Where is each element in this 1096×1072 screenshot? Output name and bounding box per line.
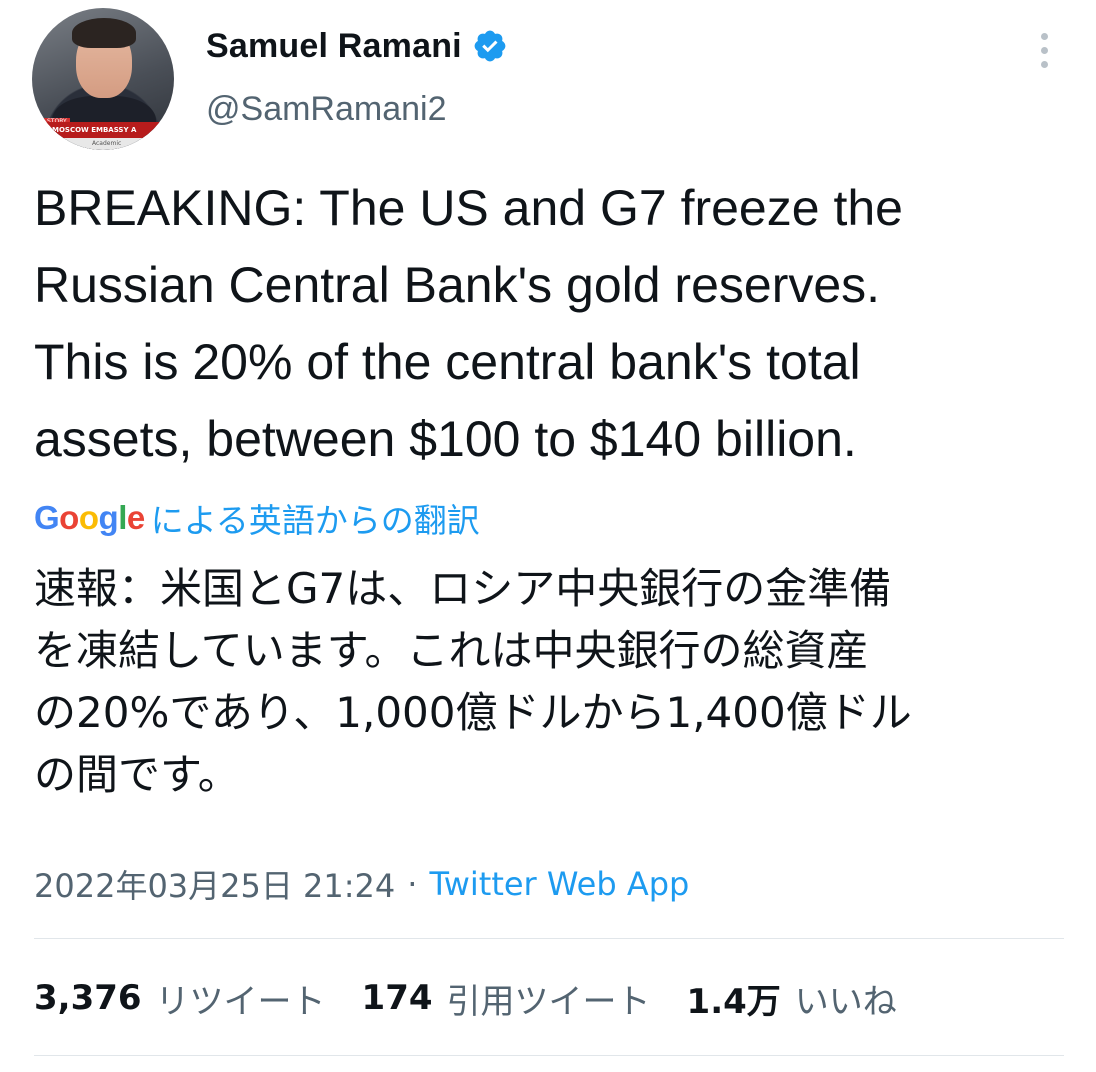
- more-dot: [1040, 32, 1048, 40]
- tweet-meta: 2022年03月25日 21:24 · Twitter Web App: [34, 860, 689, 908]
- more-options-icon[interactable]: [1032, 28, 1056, 72]
- avatar-ticker: MOSCOW EMBASSY A: [32, 122, 174, 138]
- divider: [34, 938, 1064, 939]
- meta-separator: ·: [407, 865, 418, 903]
- stat-label: いいね: [794, 981, 897, 1022]
- stat-label: 引用ツイート: [446, 981, 651, 1022]
- stat-count: 3,376: [34, 978, 142, 1018]
- stat-count: 174: [361, 978, 433, 1018]
- author-display-name[interactable]: Samuel Ramani: [206, 27, 462, 66]
- translated-text: 速報：米国とG7は、ロシア中央銀行の金準備 を凍結しています。これは中央銀行の総…: [34, 564, 912, 799]
- stat-quote-tweets[interactable]: 174 引用ツイート: [362, 974, 651, 1023]
- google-logo: Google: [34, 499, 145, 536]
- stat-count: 1.4万: [686, 981, 781, 1022]
- more-dot: [1040, 46, 1048, 54]
- avatar-ticker-sub: Academic: [32, 138, 174, 150]
- translation-attribution[interactable]: Google による英語からの翻訳: [34, 494, 480, 542]
- more-dot: [1040, 60, 1048, 68]
- translation-label[interactable]: による英語からの翻訳: [151, 494, 480, 542]
- author-name-row[interactable]: Samuel Ramani: [206, 24, 508, 68]
- avatar-hair: [72, 18, 136, 48]
- author-handle[interactable]: @SamRamani2: [206, 90, 447, 129]
- tweet-text: BREAKING: The US and G7 freeze the Russi…: [34, 180, 903, 467]
- stat-label: リツイート: [155, 981, 326, 1022]
- tweet-source[interactable]: Twitter Web App: [429, 865, 689, 903]
- stat-likes[interactable]: 1.4万 いいね: [687, 974, 897, 1023]
- tweet: STORY MOSCOW EMBASSY A Academic Samuel R…: [0, 0, 1096, 1072]
- divider: [34, 1055, 1064, 1056]
- verified-badge-icon: [472, 28, 508, 64]
- tweet-timestamp[interactable]: 2022年03月25日 21:24: [34, 861, 395, 907]
- tweet-stats: 3,376 リツイート 174 引用ツイート 1.4万 いいね: [34, 972, 933, 1024]
- stat-retweets[interactable]: 3,376 リツイート: [34, 974, 326, 1023]
- avatar[interactable]: STORY MOSCOW EMBASSY A Academic: [32, 8, 174, 150]
